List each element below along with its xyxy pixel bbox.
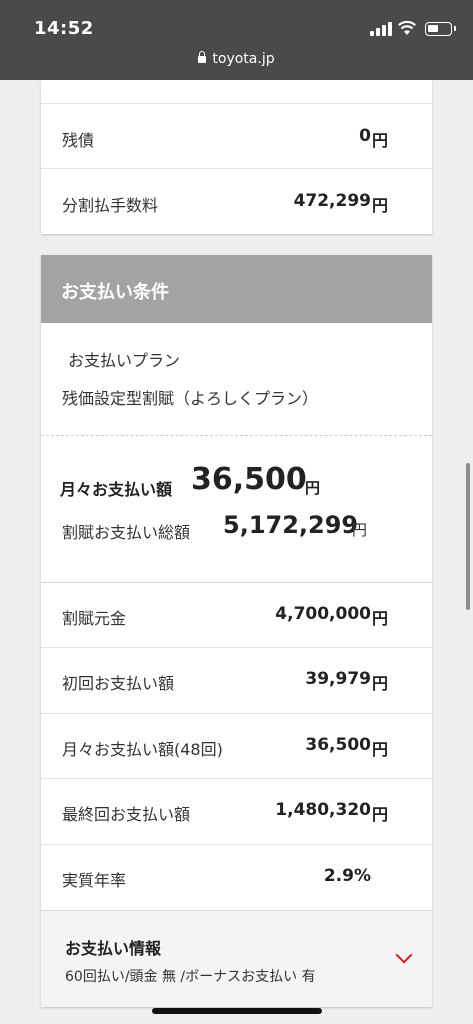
table-row: 最終回お支払い額 1,480,320 円 [41,779,432,845]
row-unit: 円 [371,740,388,759]
signal-icon [370,22,392,36]
payment-info-accordion[interactable]: お支払い情報 60回払い/頭金 無 /ボーナスお支払い 有 [41,910,432,1007]
payment-info-detail: 60回払い/頭金 無 /ボーナスお支払い 有 [65,969,316,985]
scrollbar[interactable] [466,463,470,610]
table-row: 分割払手数料 472,299 円 [41,169,432,234]
row-unit: 円 [371,609,388,628]
row-value: 4,700,000 [275,604,371,624]
monthly-payment-label: 月々お支払い額 [60,480,173,499]
row-unit: 円 [371,805,388,824]
row-label: 実質年率 [62,871,127,890]
plan-value: 残価設定型割賦（よろしくプラン） [62,389,319,408]
home-indicator[interactable] [152,1008,322,1014]
row-label: 初回お支払い額 [62,674,175,693]
total-payment-value: 5,172,299 [223,511,359,539]
row-unit: 円 [371,131,388,150]
row-unit: 円 [371,674,388,693]
row-value: 36,500 [305,735,371,755]
status-bar: 14:52 toyota.jp [0,0,473,80]
table-row: 実質年率 2.9% [41,845,432,910]
row-label: 残債 [62,131,95,150]
row-value: 0 [359,126,371,146]
table-row: 割賦元金 4,700,000 円 [41,583,432,648]
table-row: 初回お支払い額 39,979 円 [41,648,432,714]
row-label: 月々お支払い額(48回) [62,740,223,759]
section-header: お支払い条件 [41,255,432,323]
row-value: 472,299 [293,191,371,211]
row-label: 最終回お支払い額 [62,805,191,824]
payment-info-title: お支払い情報 [65,939,162,958]
address-bar[interactable]: toyota.jp [0,51,473,67]
table-row [41,80,432,104]
table-row: 残債 0 円 [41,104,432,169]
cost-breakdown-card: 残債 0 円 分割払手数料 472,299 円 [41,80,432,234]
wifi-icon [398,20,416,35]
row-label: 分割払手数料 [62,196,159,215]
battery-icon [425,22,456,36]
url-text: toyota.jp [212,51,275,67]
payment-conditions-card: お支払い条件 お支払いプラン 残価設定型割賦（よろしくプラン） 月々お支払い額 … [41,255,432,1007]
chevron-down-icon[interactable] [395,946,413,964]
total-payment-unit: 円 [352,521,368,539]
divider [41,435,432,436]
row-value: 39,979 [305,669,371,689]
status-time: 14:52 [34,18,94,39]
monthly-payment-value: 36,500 [191,462,307,497]
lock-icon [198,51,207,63]
row-unit: 円 [371,196,388,215]
plan-label: お支払いプラン [68,351,181,370]
table-row: 月々お支払い額(48回) 36,500 円 [41,714,432,779]
row-value: 1,480,320 [275,800,371,820]
row-label: 割賦元金 [62,609,127,628]
section-title: お支払い条件 [61,282,169,303]
row-value: 2.9% [323,866,371,886]
monthly-payment-unit: 円 [305,479,321,497]
total-payment-label: 割賦お支払い総額 [62,523,191,542]
